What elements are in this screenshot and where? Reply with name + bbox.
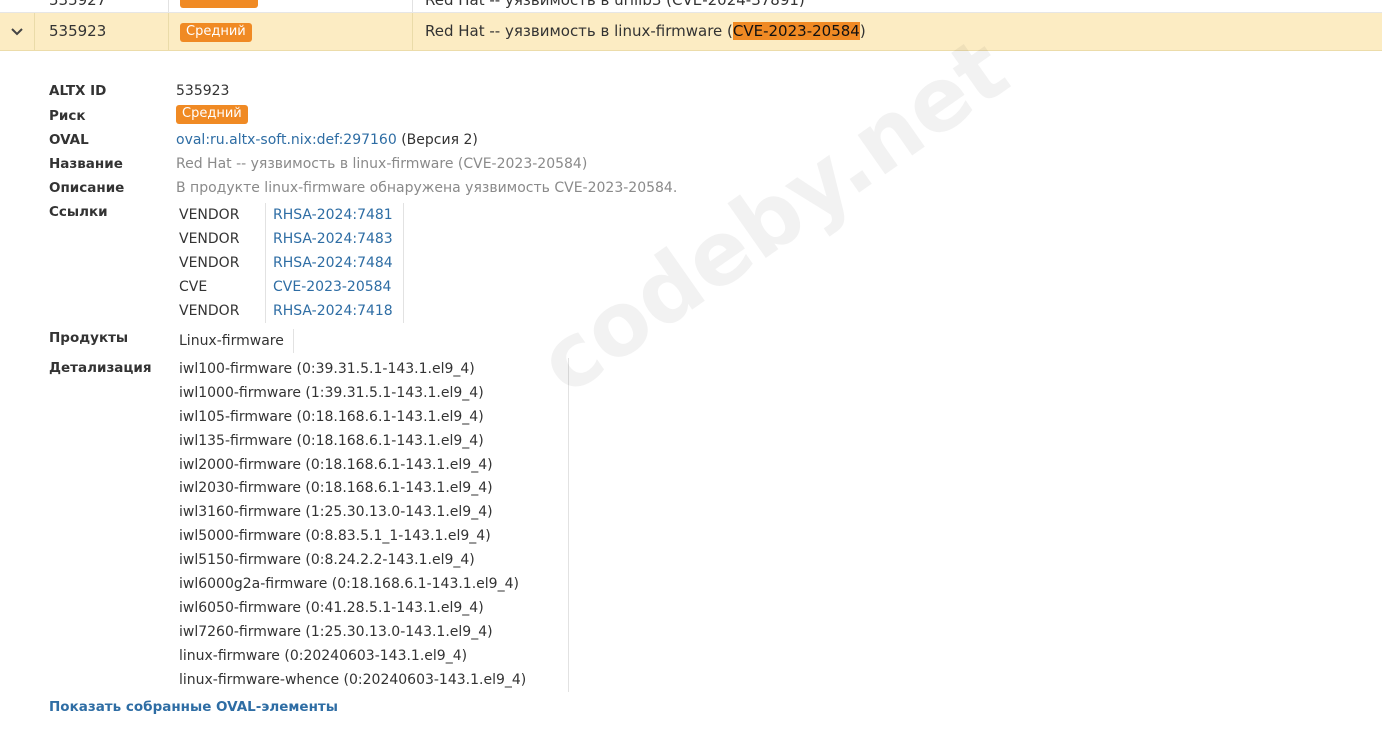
name-value: Red Hat -- уязвимость в linux-firmware (…	[176, 156, 588, 172]
description-label: Описание	[49, 180, 125, 196]
link-row: VENDOR RHSA-2024:7481	[176, 203, 404, 227]
link-source: VENDOR	[179, 303, 240, 319]
altx-id-label: ALTX ID	[49, 83, 107, 99]
list-item: iwl5150-firmware (0:8.24.2.2-143.1.el9_4…	[179, 552, 475, 569]
list-item: iwl105-firmware (0:18.168.6.1-143.1.el9_…	[179, 408, 484, 425]
watermark: codeby.net	[520, 17, 1026, 415]
risk-badge: Средний	[176, 105, 248, 124]
risk-badge: Средний	[180, 23, 252, 42]
row-title: Red Hat -- уязвимость в linux-firmware (…	[425, 22, 866, 40]
list-item: iwl7260-firmware (1:25.30.13.0-143.1.el9…	[179, 623, 493, 640]
link-row: VENDOR RHSA-2024:7484	[176, 251, 404, 275]
oval-value: oval:ru.altx-soft.nix:def:297160 (Версия…	[176, 132, 478, 148]
previous-table-row[interactable]: 535927 Red Hat -- уязвимость в urllib3 (…	[0, 0, 1382, 13]
list-item: linux-firmware (0:20240603-143.1.el9_4)	[179, 647, 468, 664]
prev-row-risk-badge	[180, 0, 258, 8]
reference-link[interactable]: RHSA-2024:7484	[273, 255, 393, 271]
column-divider	[168, 13, 169, 50]
link-source: VENDOR	[179, 255, 240, 271]
oval-label: OVAL	[49, 132, 89, 148]
list-item: iwl5000-firmware (0:8.83.5.1_1-143.1.el9…	[179, 528, 491, 545]
link-row: VENDOR RHSA-2024:7418	[176, 299, 404, 323]
risk-label: Риск	[49, 108, 86, 124]
list-item: iwl2000-firmware (0:18.168.6.1-143.1.el9…	[179, 456, 493, 473]
list-item: iwl2030-firmware (0:18.168.6.1-143.1.el9…	[179, 480, 493, 497]
prev-row-id: 535927	[49, 0, 107, 9]
reference-link[interactable]: RHSA-2024:7481	[273, 207, 393, 223]
column-divider	[168, 0, 169, 12]
selected-table-row[interactable]: 535923 Средний Red Hat -- уязвимость в l…	[0, 13, 1382, 51]
risk-value: Средний	[176, 105, 248, 124]
link-source: CVE	[179, 279, 208, 295]
links-table: VENDOR RHSA-2024:7481 VENDOR RHSA-2024:7…	[176, 203, 404, 323]
package-list: iwl100-firmware (0:39.31.5.1-143.1.el9_4…	[176, 358, 569, 692]
row-title-prefix: Red Hat -- уязвимость в linux-firmware (	[425, 22, 733, 40]
list-item: iwl135-firmware (0:18.168.6.1-143.1.el9_…	[179, 432, 484, 449]
products-label: Продукты	[49, 330, 129, 346]
link-row: CVE CVE-2023-20584	[176, 275, 404, 299]
list-item: linux-firmware-whence (0:20240603-143.1.…	[179, 671, 527, 688]
chevron-down-icon[interactable]	[8, 23, 26, 41]
link-source: VENDOR	[179, 231, 240, 247]
show-oval-elements-link[interactable]: Показать собранные OVAL-элементы	[49, 699, 338, 715]
list-item: iwl6050-firmware (0:41.28.5.1-143.1.el9_…	[179, 599, 484, 616]
list-item: iwl6000g2a-firmware (0:18.168.6.1-143.1.…	[179, 576, 519, 593]
link-source: VENDOR	[179, 207, 240, 223]
row-id: 535923	[49, 22, 107, 40]
row-title-suffix: )	[859, 22, 866, 40]
link-row: VENDOR RHSA-2024:7483	[176, 227, 404, 251]
column-divider	[412, 13, 413, 50]
column-divider	[412, 0, 413, 12]
reference-link[interactable]: RHSA-2024:7418	[273, 303, 393, 319]
name-label: Название	[49, 156, 123, 172]
reference-link[interactable]: RHSA-2024:7483	[273, 231, 393, 247]
list-item: iwl3160-firmware (1:25.30.13.0-143.1.el9…	[179, 504, 493, 521]
altx-id-value: 535923	[176, 83, 230, 99]
column-divider	[34, 13, 35, 50]
detail-label: Детализация	[49, 360, 152, 376]
product-value: Linux-firmware	[176, 329, 294, 353]
cve-highlight: CVE-2023-20584	[732, 22, 860, 40]
reference-link[interactable]: CVE-2023-20584	[273, 279, 391, 295]
oval-definition-link[interactable]: oval:ru.altx-soft.nix:def:297160	[176, 132, 397, 148]
links-label: Ссылки	[49, 204, 108, 220]
oval-version: (Версия 2)	[401, 132, 478, 148]
description-value: В продукте linux-firmware обнаружена уяз…	[176, 180, 678, 196]
list-item: iwl1000-firmware (1:39.31.5.1-143.1.el9_…	[179, 384, 484, 401]
list-item: iwl100-firmware (0:39.31.5.1-143.1.el9_4…	[179, 361, 475, 377]
prev-row-title: Red Hat -- уязвимость в urllib3 (CVE-202…	[425, 0, 805, 9]
